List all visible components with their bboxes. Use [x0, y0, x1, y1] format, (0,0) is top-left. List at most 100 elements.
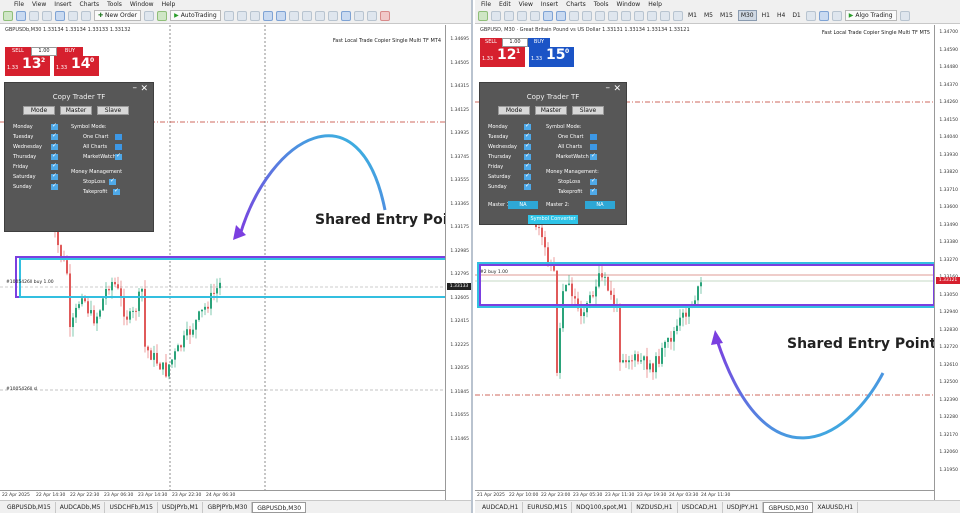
navigator-icon[interactable] [55, 10, 65, 21]
menu-charts[interactable]: Charts [80, 1, 100, 8]
menu-help[interactable]: Help [162, 1, 176, 8]
menu-insert[interactable]: Insert [541, 1, 558, 8]
stoploss-checkbox[interactable] [590, 177, 597, 185]
tf-h4[interactable]: H4 [775, 10, 787, 21]
minimize-icon[interactable]: – [133, 83, 138, 93]
menu-view[interactable]: View [32, 1, 46, 8]
metaeditor-icon[interactable] [144, 10, 155, 21]
chart-tab[interactable]: NDQ100,spot,M1 [572, 501, 633, 513]
new-chart-icon[interactable] [3, 10, 13, 21]
day-friday-checkbox[interactable] [51, 162, 58, 170]
price-scale[interactable]: 1.34700 1.34590 1.34480 1.34370 1.34260 1.341… [934, 25, 960, 500]
day-monday-checkbox[interactable] [51, 122, 58, 130]
tab-master[interactable]: Master [535, 106, 567, 115]
sell-price[interactable]: 1.33 13 2 [5, 56, 50, 76]
zoom-in-icon[interactable] [543, 10, 553, 21]
buy-price[interactable]: 1.33 15 0 [529, 47, 574, 67]
buy-button[interactable]: BUY [528, 38, 550, 47]
lot-input[interactable]: 1.00 [502, 38, 528, 47]
menu-edit[interactable]: Edit [499, 1, 511, 8]
candle-chart-icon[interactable] [236, 10, 247, 21]
chart-tab[interactable]: XAUUSD,H1 [813, 501, 859, 513]
day-sunday-checkbox[interactable] [524, 182, 531, 190]
tf-h1[interactable]: H1 [760, 10, 772, 21]
zoom-in-icon[interactable] [262, 10, 273, 21]
marketwatch-checkbox[interactable] [590, 152, 597, 160]
day-thursday-checkbox[interactable] [51, 152, 58, 160]
line-chart-icon[interactable] [249, 10, 260, 21]
sell-button[interactable]: SELL [5, 47, 31, 56]
chart-tab[interactable]: GBPUSD,M30 [763, 501, 814, 513]
tab-slave[interactable]: Slave [97, 106, 129, 115]
time-axis[interactable]: 22 Apr 2025 22 Apr 14:30 22 Apr 22:30 23 Ap… [0, 490, 445, 500]
chart-tab[interactable]: GBPUSDb,M30 [252, 501, 307, 513]
tab-slave[interactable]: Slave [572, 106, 604, 115]
profiles-icon[interactable] [16, 10, 26, 21]
bar-chart-icon[interactable] [223, 10, 234, 21]
buy-button[interactable]: BUY [57, 47, 83, 56]
master-1-field[interactable]: NA [508, 201, 538, 209]
chart-tab[interactable]: EURUSD,M15 [523, 501, 573, 513]
price-scale[interactable]: 1.34695 1.34505 1.34315 1.34125 1.33935 1.337… [445, 25, 471, 500]
text-icon[interactable] [660, 10, 670, 21]
hline-icon[interactable] [608, 10, 618, 21]
indicators-icon[interactable] [327, 10, 338, 21]
sell-price[interactable]: 1.33 12 1 [480, 47, 525, 67]
one-chart-checkbox[interactable] [590, 134, 597, 140]
new-order-button[interactable]: ✚ New Order [94, 10, 142, 21]
algo-trading-button[interactable]: ▶ Algo Trading [844, 10, 897, 21]
day-saturday-checkbox[interactable] [524, 172, 531, 180]
takeprofit-checkbox[interactable] [590, 187, 597, 195]
day-tuesday-checkbox[interactable] [524, 132, 531, 140]
chart-tab[interactable]: AUDCAD,H1 [478, 501, 524, 513]
tester-icon[interactable] [81, 10, 91, 21]
tf-m15[interactable]: M15 [718, 10, 735, 21]
menu-charts[interactable]: Charts [566, 1, 586, 8]
mt5-chart[interactable]: GBPUSD, M30 · Great Britain Pound vs US … [475, 25, 960, 500]
grid-icon[interactable] [569, 10, 579, 21]
symbol-converter-button[interactable]: Symbol Converter [528, 215, 578, 224]
takeprofit-checkbox[interactable] [113, 187, 120, 195]
stoploss-checkbox[interactable] [109, 177, 116, 185]
new-order-icon[interactable] [899, 10, 910, 21]
menu-view[interactable]: View [519, 1, 533, 8]
one-chart-checkbox[interactable] [115, 134, 122, 140]
tf-m1[interactable]: M1 [686, 10, 699, 21]
menu-window[interactable]: Window [130, 1, 154, 8]
cursor-icon[interactable] [595, 10, 605, 21]
chart-tab[interactable]: GBPJPYb,M30 [203, 501, 253, 513]
day-tuesday-checkbox[interactable] [51, 132, 58, 140]
data-window-icon[interactable] [42, 10, 52, 21]
chart-tab[interactable]: NZDUSD,H1 [632, 501, 678, 513]
day-sunday-checkbox[interactable] [51, 182, 58, 190]
all-charts-checkbox[interactable] [115, 144, 122, 150]
terminal-icon[interactable] [68, 10, 78, 21]
chart-tab[interactable]: USDJPY,H1 [723, 501, 764, 513]
tf-d1[interactable]: D1 [790, 10, 802, 21]
day-monday-checkbox[interactable] [524, 122, 531, 130]
fibo-icon[interactable] [647, 10, 657, 21]
market-watch-icon[interactable] [29, 10, 39, 21]
buy-price[interactable]: 1.33 14 0 [54, 56, 99, 76]
tf-m30[interactable]: M30 [737, 10, 757, 21]
minimize-icon[interactable]: – [606, 83, 611, 93]
crosshair-icon[interactable] [366, 10, 377, 21]
periods-icon[interactable] [340, 10, 351, 21]
tab-master[interactable]: Master [60, 106, 92, 115]
shapes-icon[interactable] [673, 10, 683, 21]
master-2-field[interactable]: NA [585, 201, 615, 209]
chart-shift-icon[interactable] [314, 10, 325, 21]
day-wednesday-checkbox[interactable] [524, 142, 531, 150]
day-friday-checkbox[interactable] [524, 162, 531, 170]
lot-input[interactable]: 1.00 [31, 47, 57, 56]
autotrading-button[interactable]: ▶ AutoTrading [170, 10, 221, 21]
sell-button[interactable]: SELL [480, 38, 502, 47]
signals-icon[interactable] [157, 10, 168, 21]
chart-tab[interactable]: AUDCADb,M5 [56, 501, 106, 513]
tab-mode[interactable]: Mode [498, 106, 530, 115]
day-thursday-checkbox[interactable] [524, 152, 531, 160]
channel-icon[interactable] [634, 10, 644, 21]
zoom-out-icon[interactable] [556, 10, 566, 21]
new-chart-icon[interactable] [478, 10, 488, 21]
profiles-icon[interactable] [491, 10, 501, 21]
